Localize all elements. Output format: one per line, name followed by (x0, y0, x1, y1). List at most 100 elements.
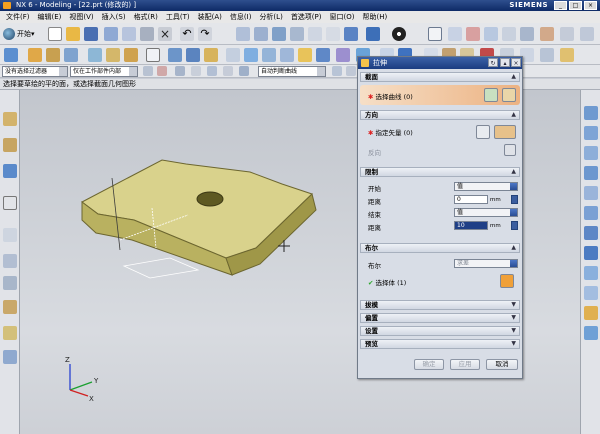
roles-icon[interactable] (3, 326, 17, 340)
process-studio-icon[interactable] (3, 300, 17, 314)
reverse-direction-icon[interactable] (504, 144, 516, 156)
render-style-icon[interactable] (366, 27, 380, 41)
open-folder-icon[interactable] (66, 27, 80, 41)
assembly-navigator-icon[interactable] (3, 112, 17, 126)
system-scenes-icon[interactable] (3, 350, 17, 364)
view-bottom-icon[interactable] (584, 166, 598, 180)
snap-intersection-icon[interactable] (540, 27, 554, 41)
select-body-icon[interactable] (207, 66, 217, 76)
chamfer-icon[interactable] (280, 48, 294, 62)
delete-icon[interactable]: × (158, 27, 172, 41)
draft-group-header[interactable]: 拔模 ▼ (360, 300, 520, 310)
curve-length-icon[interactable] (560, 48, 574, 62)
trim-body-icon[interactable] (226, 48, 240, 62)
new-file-icon[interactable] (48, 27, 62, 41)
zoom-in-out-icon[interactable] (272, 27, 286, 41)
perspective-icon[interactable] (326, 27, 340, 41)
selection-scope-dropdown[interactable]: 仅在工作部件内部 (70, 66, 138, 77)
history-icon[interactable] (3, 228, 17, 242)
reset-icon[interactable]: ↻ (488, 58, 498, 67)
filter-reset-icon[interactable] (157, 66, 167, 76)
menu-view[interactable]: 视图(V) (65, 11, 97, 23)
ok-button[interactable]: 确定 (414, 359, 444, 370)
constraint-navigator-icon[interactable] (3, 164, 17, 178)
cut-icon[interactable] (104, 27, 118, 41)
view-iso-icon[interactable] (584, 226, 598, 240)
select-body-row[interactable]: ✔ 选择体 (1) (360, 273, 520, 289)
boolean-group-header[interactable]: 布尔 ▲ (360, 243, 520, 253)
shaded-view-icon[interactable] (344, 27, 358, 41)
pan-icon[interactable] (308, 27, 322, 41)
boolean-select[interactable]: 求差 (454, 259, 518, 268)
view-left-icon[interactable] (584, 186, 598, 200)
view-trimetric-icon[interactable] (584, 246, 598, 260)
block-icon[interactable] (146, 48, 160, 62)
snap-face-icon[interactable] (580, 27, 594, 41)
palette-icon[interactable] (3, 276, 17, 290)
curve-rule-dropdown[interactable]: 自动判断曲线 (258, 66, 326, 77)
snap-end-icon[interactable] (466, 27, 480, 41)
end-distance-spinner[interactable] (511, 221, 518, 230)
cancel-button[interactable]: 取消 (486, 359, 518, 370)
close-button[interactable]: × (584, 1, 597, 10)
select-face-icon[interactable] (175, 66, 185, 76)
fit-view-icon[interactable] (236, 27, 250, 41)
menu-assembly[interactable]: 装配(A) (194, 11, 226, 23)
view-right-icon[interactable] (584, 206, 598, 220)
snap-quadrant-icon[interactable] (520, 27, 534, 41)
menu-window[interactable]: 窗口(O) (326, 11, 359, 23)
menu-insert[interactable]: 插入(S) (98, 11, 130, 23)
start-type-select[interactable]: 值 (454, 182, 518, 191)
vector-constructor-icon[interactable] (476, 125, 490, 139)
zoom-icon[interactable] (254, 27, 268, 41)
snap-mid-icon[interactable] (484, 27, 498, 41)
part-navigator-icon[interactable] (3, 138, 17, 152)
subtract-icon[interactable] (186, 48, 200, 62)
apply-button[interactable]: 应用 (450, 359, 480, 370)
split-body-icon[interactable] (244, 48, 258, 62)
draft-icon[interactable] (316, 48, 330, 62)
select-sheet-icon[interactable] (239, 66, 249, 76)
curve-section-icon[interactable] (502, 88, 516, 102)
minimize-button[interactable]: _ (554, 1, 567, 10)
preview-group-header[interactable]: 预览 ▼ (360, 339, 520, 349)
select-curve-row[interactable]: ✱ 选择曲线 (0) (360, 85, 520, 105)
shaded-icon[interactable] (584, 306, 598, 320)
stop-at-intersection-icon[interactable] (332, 66, 342, 76)
select-body-icon[interactable] (500, 274, 514, 288)
hole-icon[interactable] (88, 48, 102, 62)
hide-details-icon[interactable]: ▴ (500, 58, 510, 67)
reuse-library-icon[interactable] (3, 196, 17, 210)
select-feature-icon[interactable] (223, 66, 233, 76)
start-button[interactable]: 开始▾ (3, 27, 35, 41)
shell-icon[interactable] (298, 48, 312, 62)
menu-edit[interactable]: 编辑(E) (34, 11, 66, 23)
studio-icon[interactable] (584, 326, 598, 340)
general-selection-icon[interactable] (143, 66, 153, 76)
follow-fillet-icon[interactable] (346, 66, 356, 76)
undo-icon[interactable]: ↶ (180, 27, 194, 41)
save-icon[interactable] (84, 27, 98, 41)
start-distance-input[interactable]: 0 (454, 195, 488, 204)
sketch-icon[interactable] (4, 48, 18, 62)
section-group-header[interactable]: 截面 ▲ (360, 72, 520, 82)
end-type-select[interactable]: 值 (454, 208, 518, 217)
snap-point-icon[interactable] (560, 27, 574, 41)
end-distance-input[interactable]: 10 (454, 221, 488, 230)
datum-plane-icon[interactable] (64, 48, 78, 62)
trim-curve-icon[interactable] (540, 48, 554, 62)
hidden-edges-icon[interactable] (584, 286, 598, 300)
menu-file[interactable]: 文件(F) (2, 11, 34, 23)
pattern-icon[interactable] (336, 48, 350, 62)
wireframe-icon[interactable] (584, 266, 598, 280)
snap-center-icon[interactable] (502, 27, 516, 41)
select-edge-icon[interactable] (191, 66, 201, 76)
settings-group-header[interactable]: 设置 ▼ (360, 326, 520, 336)
dialog-close-icon[interactable]: × (511, 58, 521, 67)
view-back-icon[interactable] (584, 126, 598, 140)
copy-icon[interactable] (122, 27, 136, 41)
specify-vector-row[interactable]: ✱ 指定矢量 (0) (360, 123, 520, 141)
limits-group-header[interactable]: 限制 ▲ (360, 167, 520, 177)
direction-group-header[interactable]: 方向 ▲ (360, 110, 520, 120)
menu-analysis[interactable]: 分析(L) (255, 11, 286, 23)
